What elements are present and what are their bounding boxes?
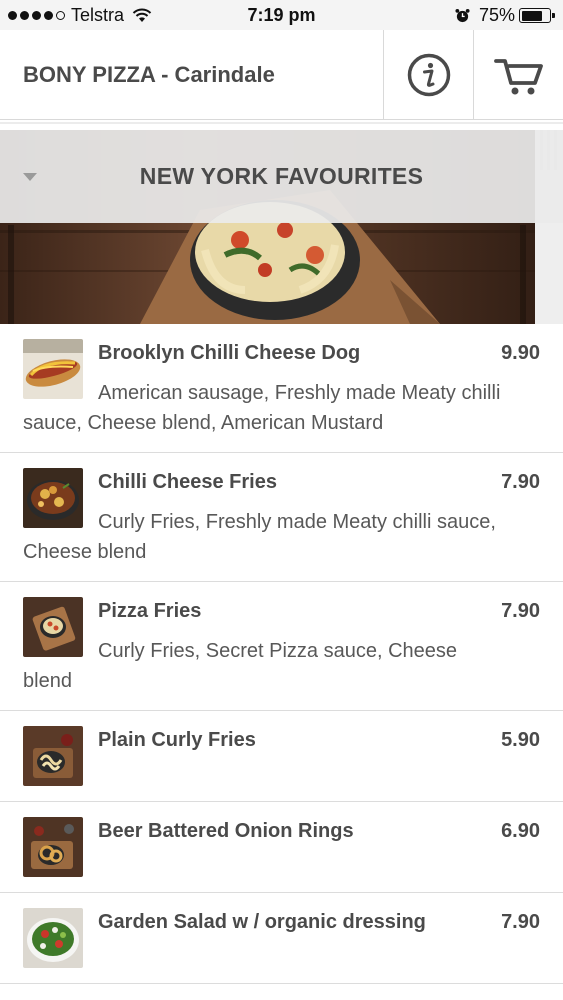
garden-salad-photo-icon bbox=[23, 908, 83, 968]
item-description: Curly Fries, Freshly made Meaty chilli s… bbox=[23, 511, 496, 563]
item-description: American sausage, Freshly made Meaty chi… bbox=[23, 382, 501, 434]
category-title: NEW YORK FAVOURITES bbox=[139, 163, 424, 189]
header-divider bbox=[0, 122, 563, 124]
status-right: 75% bbox=[455, 5, 555, 26]
info-button[interactable] bbox=[383, 30, 473, 120]
alarm-clock-icon bbox=[455, 8, 470, 23]
cart-button[interactable] bbox=[473, 30, 563, 120]
menu-item[interactable]: Beer Battered Onion Rings 6.90 bbox=[0, 802, 563, 893]
item-price: 5.90 bbox=[501, 729, 540, 751]
item-thumbnail bbox=[23, 726, 83, 786]
item-name: Pizza Fries bbox=[98, 600, 202, 622]
item-name: Chilli Cheese Fries bbox=[98, 471, 277, 493]
app-header: BONY PIZZA - Carindale bbox=[0, 30, 563, 120]
item-price: 7.90 bbox=[501, 911, 540, 933]
battery-icon bbox=[519, 8, 555, 23]
menu-item[interactable]: Chilli Cheese Fries 7.90 Curly Fries, Fr… bbox=[0, 453, 563, 582]
item-thumbnail bbox=[23, 908, 83, 968]
category-banner[interactable]: NEW YORK FAVOURITES bbox=[0, 130, 563, 324]
curly-fries-photo-icon bbox=[23, 726, 83, 786]
item-name: Plain Curly Fries bbox=[98, 729, 256, 751]
item-price: 9.90 bbox=[501, 342, 540, 364]
menu-item[interactable]: Garden Salad w / organic dressing 7.90 bbox=[0, 893, 563, 984]
item-description: Curly Fries, Secret Pizza sauce, Cheese … bbox=[23, 640, 458, 692]
store-title: BONY PIZZA - Carindale bbox=[23, 62, 275, 87]
item-thumbnail bbox=[23, 817, 83, 877]
shopping-cart-icon bbox=[493, 59, 543, 95]
item-price: 6.90 bbox=[501, 820, 540, 842]
item-name: Garden Salad w / organic dressing bbox=[98, 911, 426, 933]
menu-item[interactable]: Brooklyn Chilli Cheese Dog 9.90 American… bbox=[0, 324, 563, 453]
item-name: Brooklyn Chilli Cheese Dog bbox=[98, 342, 361, 364]
status-bar: Telstra 7:19 pm 75% bbox=[0, 0, 563, 30]
menu-item[interactable]: Plain Curly Fries 5.90 bbox=[0, 711, 563, 802]
item-name: Beer Battered Onion Rings bbox=[98, 820, 354, 842]
item-price: 7.90 bbox=[501, 471, 540, 493]
item-price: 7.90 bbox=[501, 600, 540, 622]
battery-percent: 75% bbox=[478, 5, 515, 25]
menu-list: Brooklyn Chilli Cheese Dog 9.90 American… bbox=[0, 324, 563, 984]
onion-rings-photo-icon bbox=[23, 817, 83, 877]
menu-item[interactable]: Pizza Fries 7.90 Curly Fries, Secret Piz… bbox=[0, 582, 563, 711]
info-circle-icon bbox=[407, 53, 450, 97]
